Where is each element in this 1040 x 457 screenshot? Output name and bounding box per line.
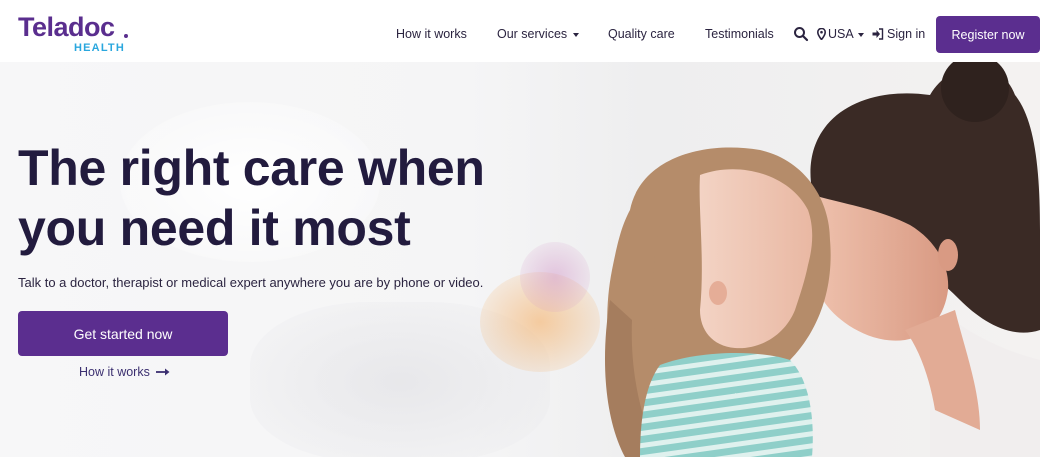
nav-quality-care[interactable]: Quality care (608, 27, 675, 41)
nav-our-services[interactable]: Our services (497, 27, 580, 41)
nav-label: Quality care (608, 27, 675, 41)
sign-in-label: Sign in (887, 27, 926, 41)
nav-label: How it works (396, 27, 467, 41)
sign-in-icon (872, 28, 884, 40)
search-icon[interactable] (793, 26, 809, 42)
chevron-down-icon (857, 32, 864, 37)
teladoc-logo[interactable]: Teladoc HEALTH (18, 12, 148, 58)
chevron-down-icon (573, 32, 580, 37)
nav-label: Testimonials (705, 27, 774, 41)
country-selector[interactable]: USA (816, 27, 864, 41)
logo-wordmark: Teladoc (18, 12, 115, 42)
hero-subtext: Talk to a doctor, therapist or medical e… (18, 275, 484, 290)
logo-subtitle: HEALTH (74, 42, 125, 54)
country-label: USA (828, 27, 854, 41)
logo-dot (124, 34, 128, 38)
how-it-works-link[interactable]: How it works (79, 365, 170, 379)
nav-how-it-works[interactable]: How it works (396, 27, 467, 41)
get-started-button[interactable]: Get started now (18, 311, 228, 356)
register-now-button[interactable]: Register now (936, 16, 1040, 53)
hero-headline: The right care when you need it most (18, 140, 485, 256)
how-it-works-label: How it works (79, 365, 150, 379)
page: Teladoc HEALTH How it works Our services… (0, 0, 1040, 457)
nav-label: Our services (497, 27, 568, 41)
location-pin-icon (816, 27, 827, 41)
nav-testimonials[interactable]: Testimonials (705, 27, 774, 41)
arrow-right-icon (155, 368, 170, 376)
site-header: Teladoc HEALTH How it works Our services… (0, 0, 1040, 62)
sign-in-link[interactable]: Sign in (872, 27, 925, 41)
